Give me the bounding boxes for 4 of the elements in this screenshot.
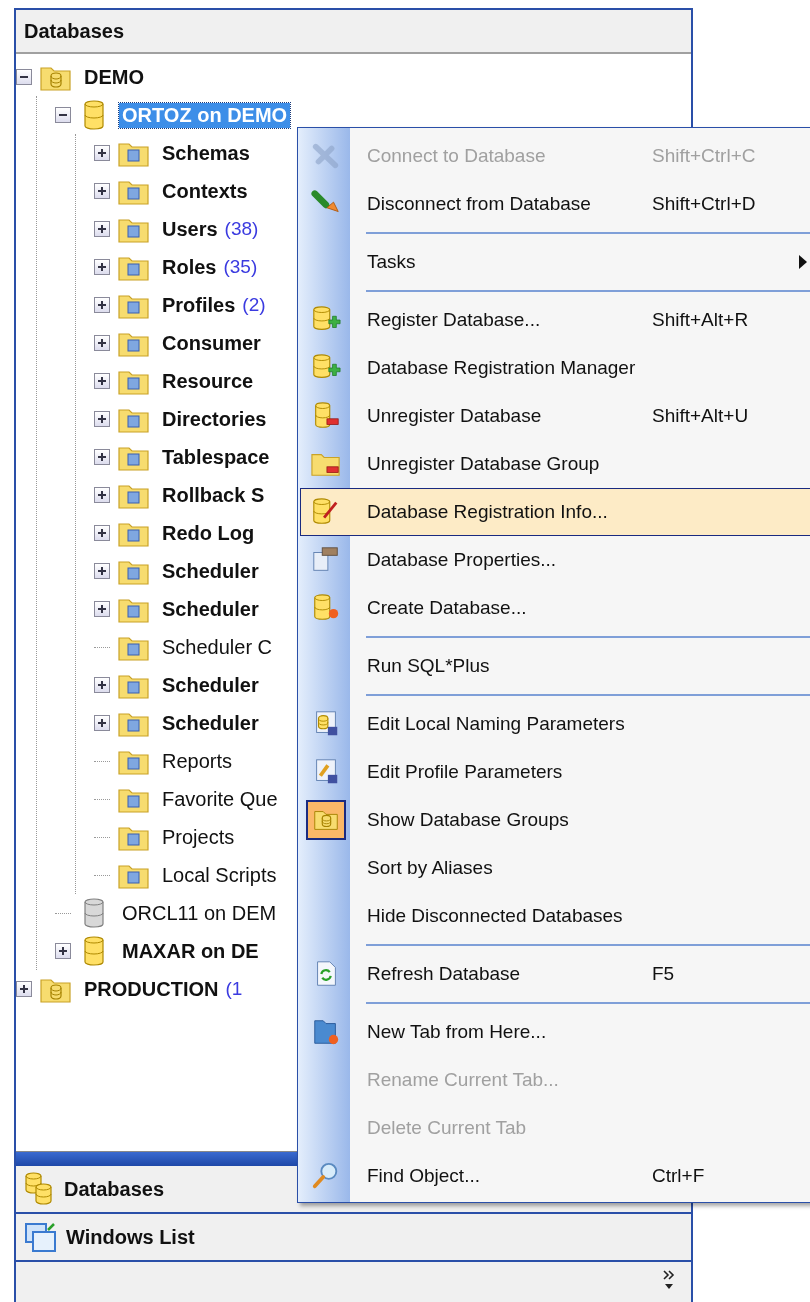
item-count: (2) xyxy=(242,294,266,316)
item-count: (35) xyxy=(223,256,258,278)
item-count: (1 xyxy=(225,978,243,1000)
item-count: (38) xyxy=(224,218,259,240)
